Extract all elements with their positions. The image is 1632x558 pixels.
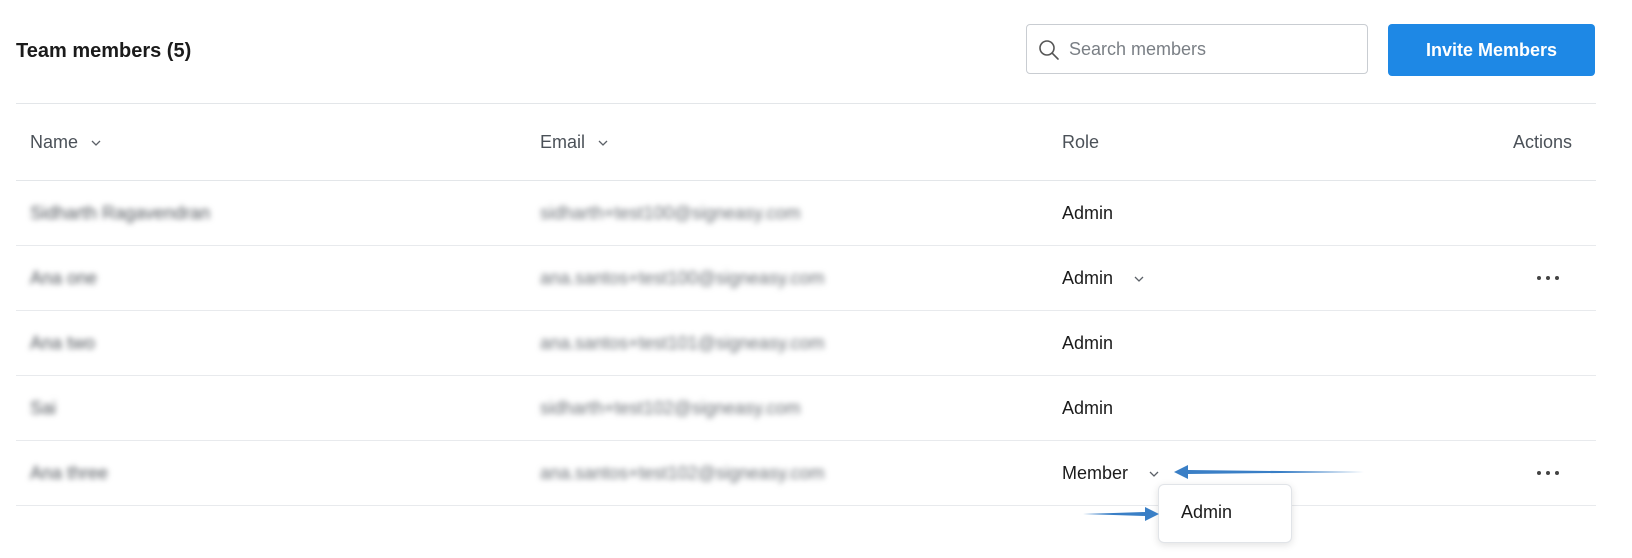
role-label: Member <box>1062 463 1129 483</box>
column-header-name[interactable]: Name <box>30 132 102 153</box>
chevron-down-icon <box>91 140 101 146</box>
annotation-arrow-left <box>1174 465 1364 479</box>
more-actions-button[interactable] <box>1530 459 1566 487</box>
search-icon <box>1039 40 1059 60</box>
column-header-email[interactable]: Email <box>540 132 609 153</box>
more-icon <box>1535 471 1562 475</box>
table-row: Sidharth Ragavendran sidharth+test100@si… <box>16 181 1596 246</box>
member-role: Admin <box>1062 203 1113 224</box>
chevron-down-icon <box>598 140 608 146</box>
table-row: Ana two ana.santos+test101@signeasy.com … <box>16 311 1596 376</box>
table-header: Name Email Role Actions <box>16 104 1596 181</box>
invite-members-button[interactable]: Invite Members <box>1388 24 1595 76</box>
member-name: Sai <box>30 398 57 418</box>
member-role: Admin <box>1062 333 1113 354</box>
member-email: sidharth+test100@signeasy.com <box>540 203 801 223</box>
member-email: ana.santos+test102@signeasy.com <box>540 463 825 483</box>
search-input[interactable] <box>1069 25 1359 73</box>
table-row: Ana one ana.santos+test100@signeasy.com … <box>16 246 1596 311</box>
role-option-admin[interactable]: Admin <box>1181 502 1232 523</box>
more-actions-button[interactable] <box>1530 264 1566 292</box>
chevron-down-icon[interactable] <box>1148 468 1160 480</box>
team-members-page: Team members (5) Invite Members Name Ema… <box>16 0 1611 558</box>
column-header-label: Actions <box>1513 132 1573 152</box>
member-email: ana.santos+test101@signeasy.com <box>540 333 825 353</box>
member-name: Ana three <box>30 463 109 483</box>
column-header-actions: Actions <box>1513 132 1572 153</box>
role-label: Admin <box>1062 398 1114 418</box>
role-label: Admin <box>1062 333 1114 353</box>
search-box[interactable] <box>1026 24 1368 74</box>
table-row: Sai sidharth+test102@signeasy.com Admin <box>16 376 1596 441</box>
chevron-down-icon[interactable] <box>1133 273 1145 285</box>
column-header-label: Name <box>30 132 79 152</box>
member-name: Sidharth Ragavendran <box>30 203 211 223</box>
role-dropdown[interactable]: Admin <box>1062 268 1145 289</box>
member-role: Admin <box>1062 398 1113 419</box>
member-email: sidharth+test102@signeasy.com <box>540 398 801 418</box>
role-label: Admin <box>1062 203 1114 223</box>
member-email: ana.santos+test100@signeasy.com <box>540 268 825 288</box>
member-name: Ana one <box>30 268 98 288</box>
annotation-arrow-right <box>1083 507 1159 521</box>
column-header-label: Role <box>1062 132 1100 152</box>
more-icon <box>1535 276 1562 280</box>
page-title: Team members (5) <box>16 40 192 62</box>
role-label: Admin <box>1062 268 1114 288</box>
column-header-role: Role <box>1062 132 1099 153</box>
page-header: Team members (5) Invite Members <box>16 24 1611 76</box>
member-name: Ana two <box>30 333 96 353</box>
role-dropdown-menu: Admin <box>1158 484 1292 543</box>
column-header-label: Email <box>540 132 586 152</box>
role-dropdown[interactable]: Member <box>1062 463 1160 484</box>
